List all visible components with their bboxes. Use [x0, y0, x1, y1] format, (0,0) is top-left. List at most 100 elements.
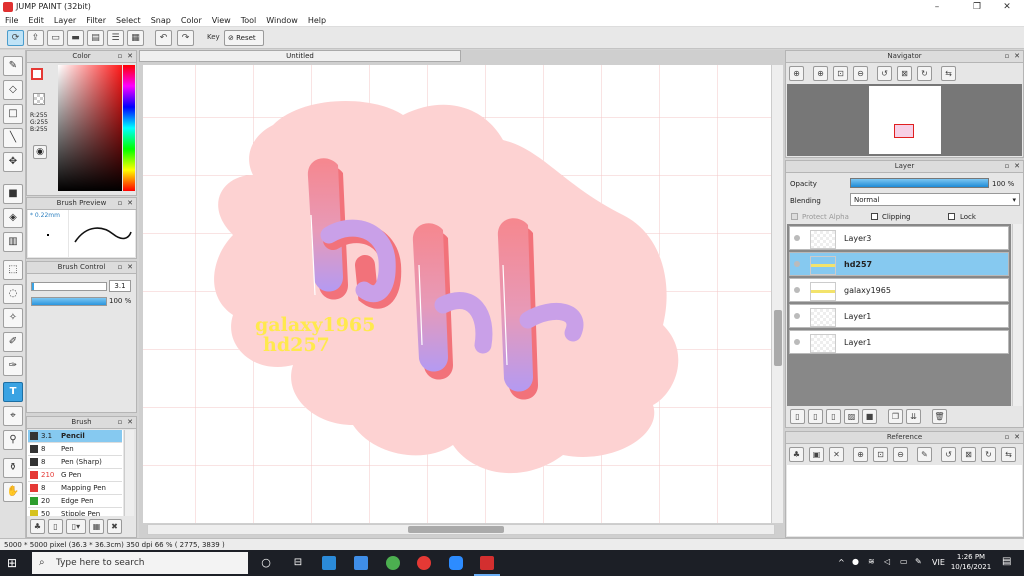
- brush-list-item[interactable]: 8 Pen (Sharp): [28, 456, 122, 469]
- zoom-out-icon[interactable]: ⊖: [853, 66, 868, 81]
- menu-layer[interactable]: Layer: [49, 14, 81, 27]
- text-tool-icon[interactable]: T: [3, 382, 23, 402]
- list-icon[interactable]: ☰: [107, 30, 124, 46]
- menu-filter[interactable]: Filter: [81, 14, 111, 27]
- brush-list-item[interactable]: 8 Mapping Pen: [28, 482, 122, 495]
- brush-opacity-slider[interactable]: [31, 297, 107, 306]
- windows-start-icon[interactable]: ⊞: [7, 556, 21, 570]
- delete-brush-icon[interactable]: ✖: [107, 519, 122, 534]
- brush-tool-icon[interactable]: ✎: [3, 56, 23, 76]
- close-icon[interactable]: ✕: [126, 52, 134, 60]
- open-reference-icon[interactable]: ▣: [809, 447, 824, 462]
- pin-icon[interactable]: ▫: [116, 199, 124, 207]
- reset-button[interactable]: ⊘ Reset: [224, 30, 264, 46]
- brush-grid-icon[interactable]: ▦: [89, 519, 104, 534]
- menu-help[interactable]: Help: [303, 14, 331, 27]
- pin-icon[interactable]: ▫: [116, 52, 124, 60]
- brush-list-item[interactable]: 8 Pen: [28, 443, 122, 456]
- ref-zoom-in-icon[interactable]: ⊕: [853, 447, 868, 462]
- close-reference-icon[interactable]: ✕: [829, 447, 844, 462]
- visibility-icon[interactable]: [794, 313, 800, 319]
- protect-alpha-checkbox[interactable]: [791, 213, 798, 220]
- zoom-app-icon[interactable]: [449, 556, 463, 570]
- zoom-in-icon[interactable]: ⊕: [813, 66, 828, 81]
- navigator-viewport-frame[interactable]: [894, 124, 914, 138]
- select-rect-icon[interactable]: ⬚: [3, 260, 23, 280]
- new-8bit-layer-icon[interactable]: ▯: [826, 409, 841, 424]
- close-icon[interactable]: ✕: [1013, 162, 1021, 170]
- widgets-icon[interactable]: ⊟: [291, 556, 305, 570]
- redo-icon[interactable]: ↷: [177, 30, 194, 46]
- select-eraser-icon[interactable]: ✑: [3, 356, 23, 376]
- rotate-left-icon[interactable]: ↺: [877, 66, 892, 81]
- pin-icon[interactable]: ▫: [116, 418, 124, 426]
- minimize-button[interactable]: –: [920, 0, 954, 14]
- eyedropper2-tool-icon[interactable]: ⚱: [3, 458, 23, 478]
- grid-icon[interactable]: ▦: [127, 30, 144, 46]
- pin-icon[interactable]: ▫: [1003, 162, 1011, 170]
- add-reference-icon[interactable]: ♣: [789, 447, 804, 462]
- canvas-vertical-scrollbar[interactable]: [771, 65, 783, 523]
- jump-paint-taskbar-icon[interactable]: [480, 556, 494, 570]
- eyedropper-tool-icon[interactable]: ⚲: [3, 430, 23, 450]
- ref-flip-icon[interactable]: ⇆: [1001, 447, 1016, 462]
- layer-row[interactable]: Layer3: [789, 226, 1009, 250]
- brush-menu-icon[interactable]: ▯▾: [66, 519, 86, 534]
- menu-file[interactable]: File: [0, 14, 23, 27]
- layer-row[interactable]: galaxy1965: [789, 278, 1009, 302]
- ref-eyedropper-icon[interactable]: ✎: [917, 447, 932, 462]
- visibility-icon[interactable]: [794, 261, 800, 267]
- shape-tool-icon[interactable]: □: [3, 104, 23, 124]
- layer-row[interactable]: Layer1: [789, 304, 1009, 328]
- ref-reset-rotation-icon[interactable]: ⊠: [961, 447, 976, 462]
- vertical-scroll-thumb[interactable]: [774, 310, 782, 366]
- primary-color-swatch[interactable]: [31, 68, 43, 80]
- ref-rotate-right-icon[interactable]: ↻: [981, 447, 996, 462]
- rect-tool-icon[interactable]: ■: [3, 184, 23, 204]
- rotate-right-icon[interactable]: ↻: [917, 66, 932, 81]
- pin-icon[interactable]: ▫: [116, 263, 124, 271]
- close-icon[interactable]: ✕: [126, 418, 134, 426]
- pen-icon[interactable]: ✎: [915, 557, 922, 566]
- comment-icon[interactable]: ▬: [67, 30, 84, 46]
- brush-size-slider[interactable]: [31, 282, 107, 291]
- close-button[interactable]: ✕: [990, 0, 1024, 14]
- tray-chevron-icon[interactable]: ^: [838, 558, 845, 567]
- hand-tool-icon[interactable]: ✋: [3, 482, 23, 502]
- taskbar-clock[interactable]: 1:26 PM 10/16/2021: [948, 552, 994, 572]
- language-indicator[interactable]: VIE: [932, 558, 945, 567]
- menu-snap[interactable]: Snap: [146, 14, 176, 27]
- blending-select[interactable]: Normal ▾: [850, 193, 1020, 206]
- close-icon[interactable]: ✕: [1013, 433, 1021, 441]
- microphone-icon[interactable]: ●: [852, 557, 859, 566]
- folder-icon[interactable]: ■: [862, 409, 877, 424]
- restore-button[interactable]: ❐: [960, 0, 994, 14]
- menu-tool[interactable]: Tool: [236, 14, 262, 27]
- volume-icon[interactable]: ◁: [884, 557, 890, 566]
- menu-window[interactable]: Window: [261, 14, 303, 27]
- new-color-layer-icon[interactable]: ▯: [808, 409, 823, 424]
- move-tool-icon[interactable]: ✥: [3, 152, 23, 172]
- merge-layer-icon[interactable]: ⇊: [906, 409, 921, 424]
- new-tone-layer-icon[interactable]: ▨: [844, 409, 859, 424]
- task-view-icon[interactable]: ○: [259, 556, 273, 570]
- close-icon[interactable]: ✕: [126, 263, 134, 271]
- layer-opacity-slider[interactable]: [850, 178, 989, 188]
- brush-list-item[interactable]: 20 Edge Pen: [28, 495, 122, 508]
- lock-checkbox[interactable]: [948, 213, 955, 220]
- palette-icon[interactable]: ◉: [33, 145, 47, 159]
- brush-list-item[interactable]: 3.1 Pencil: [28, 430, 122, 443]
- navigator-view[interactable]: [787, 84, 1022, 156]
- menu-color[interactable]: Color: [176, 14, 207, 27]
- menu-edit[interactable]: Edit: [23, 14, 49, 27]
- store-icon[interactable]: [354, 556, 368, 570]
- brush-list-scrollbar[interactable]: [124, 430, 134, 516]
- canvas-horizontal-scrollbar[interactable]: [147, 524, 775, 535]
- visibility-icon[interactable]: [794, 235, 800, 241]
- eraser-tool-icon[interactable]: ◇: [3, 80, 23, 100]
- undo-icon[interactable]: ↶: [155, 30, 172, 46]
- transparent-color-swatch[interactable]: [33, 93, 45, 105]
- wifi-icon[interactable]: ≋: [868, 557, 875, 566]
- zoom-icon[interactable]: ⊕: [789, 66, 804, 81]
- lasso-tool-icon[interactable]: ◌: [3, 284, 23, 304]
